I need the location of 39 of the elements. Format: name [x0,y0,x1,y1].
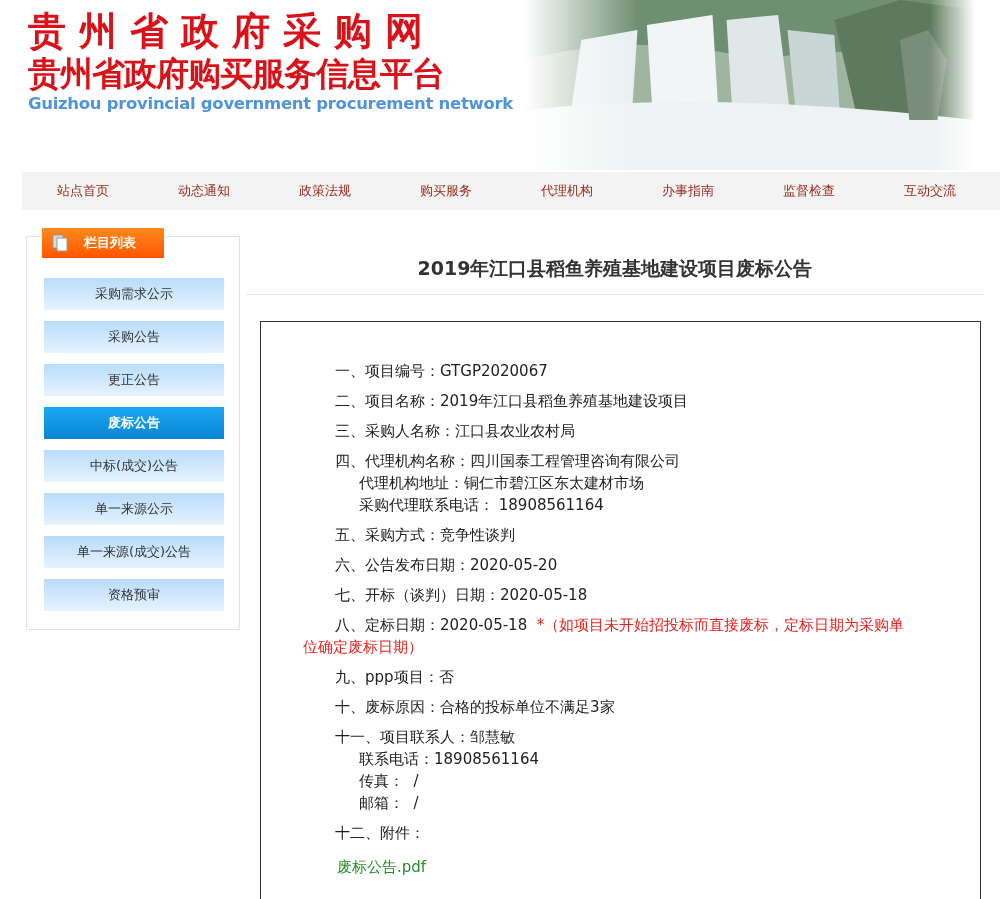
article-line: 采购代理联系电话： 18908561164 [359,495,605,516]
sidebar-item[interactable]: 资格预审 [44,579,224,611]
site-english-title: Guizhou provincial government procurement network [28,94,514,114]
article-paragraph: 十一、项目联系人：邹慧敏 [334,727,516,748]
nav-link[interactable]: 办事指南 [627,182,748,200]
article-paragraph: 一、项目编号：GTGP2020067 [334,361,549,382]
pages-icon [52,234,68,252]
article-line: 代理机构地址：铜仁市碧江区东太建材市场 [359,473,645,494]
article-paragraph: 三、采购人名称：江口县农业农村局 [334,421,576,442]
sidebar-item[interactable]: 采购公告 [44,321,224,353]
nav-link[interactable]: 代理机构 [506,182,627,200]
sidebar-item[interactable]: 采购需求公示 [44,278,224,310]
article-paragraph: 八、定标日期：2020-05-18 *（如项目未开始招投标而直接废标，定标日期为采购单位确定废标日期） [303,615,906,658]
article-line: 联系电话：18908561164 [359,749,540,770]
attachment-link[interactable]: 废标公告.pdf [337,858,910,877]
nav-link[interactable]: 监督检查 [748,182,869,200]
article-line: 传真： / [359,771,420,792]
article-paragraph: 四、代理机构名称：四川国泰工程管理咨询有限公司 [334,451,681,472]
site-title: 贵州省政府采购网 [28,8,437,54]
nav-link[interactable]: 购买服务 [385,182,506,200]
sidebar-item[interactable]: 更正公告 [44,364,224,396]
nav-link[interactable]: 互动交流 [869,182,990,200]
sidebar-title: 栏目列表 [84,234,136,252]
nav-link[interactable]: 动态通知 [143,182,264,200]
sidebar-item[interactable]: 单一来源公示 [44,493,224,525]
article-title: 2019年江口县稻鱼养殖基地建设项目废标公告 [246,256,984,295]
article-paragraph: 十二、附件： [334,823,426,844]
nav-link[interactable]: 站点首页 [22,182,143,200]
sidebar-item[interactable]: 单一来源(成交)公告 [44,536,224,568]
article-paragraph: 五、采购方式：竞争性谈判 [334,525,516,546]
article-paragraph: 七、开标（谈判）日期：2020-05-18 [334,585,589,606]
article-paragraph: 二、项目名称：2019年江口县稻鱼养殖基地建设项目 [334,391,690,412]
sidebar-item[interactable]: 中标(成交)公告 [44,450,224,482]
nav-link[interactable]: 政策法规 [264,182,385,200]
site-subtitle: 贵州省政府购买服务信息平台 [28,54,445,94]
article-paragraph: 九、ppp项目：否 [334,667,455,688]
article-paragraph: 六、公告发布日期：2020-05-20 [334,555,559,576]
article-line: 邮箱： / [359,793,420,814]
article-paragraph: 十、废标原因：合格的投标单位不满足3家 [334,697,616,718]
